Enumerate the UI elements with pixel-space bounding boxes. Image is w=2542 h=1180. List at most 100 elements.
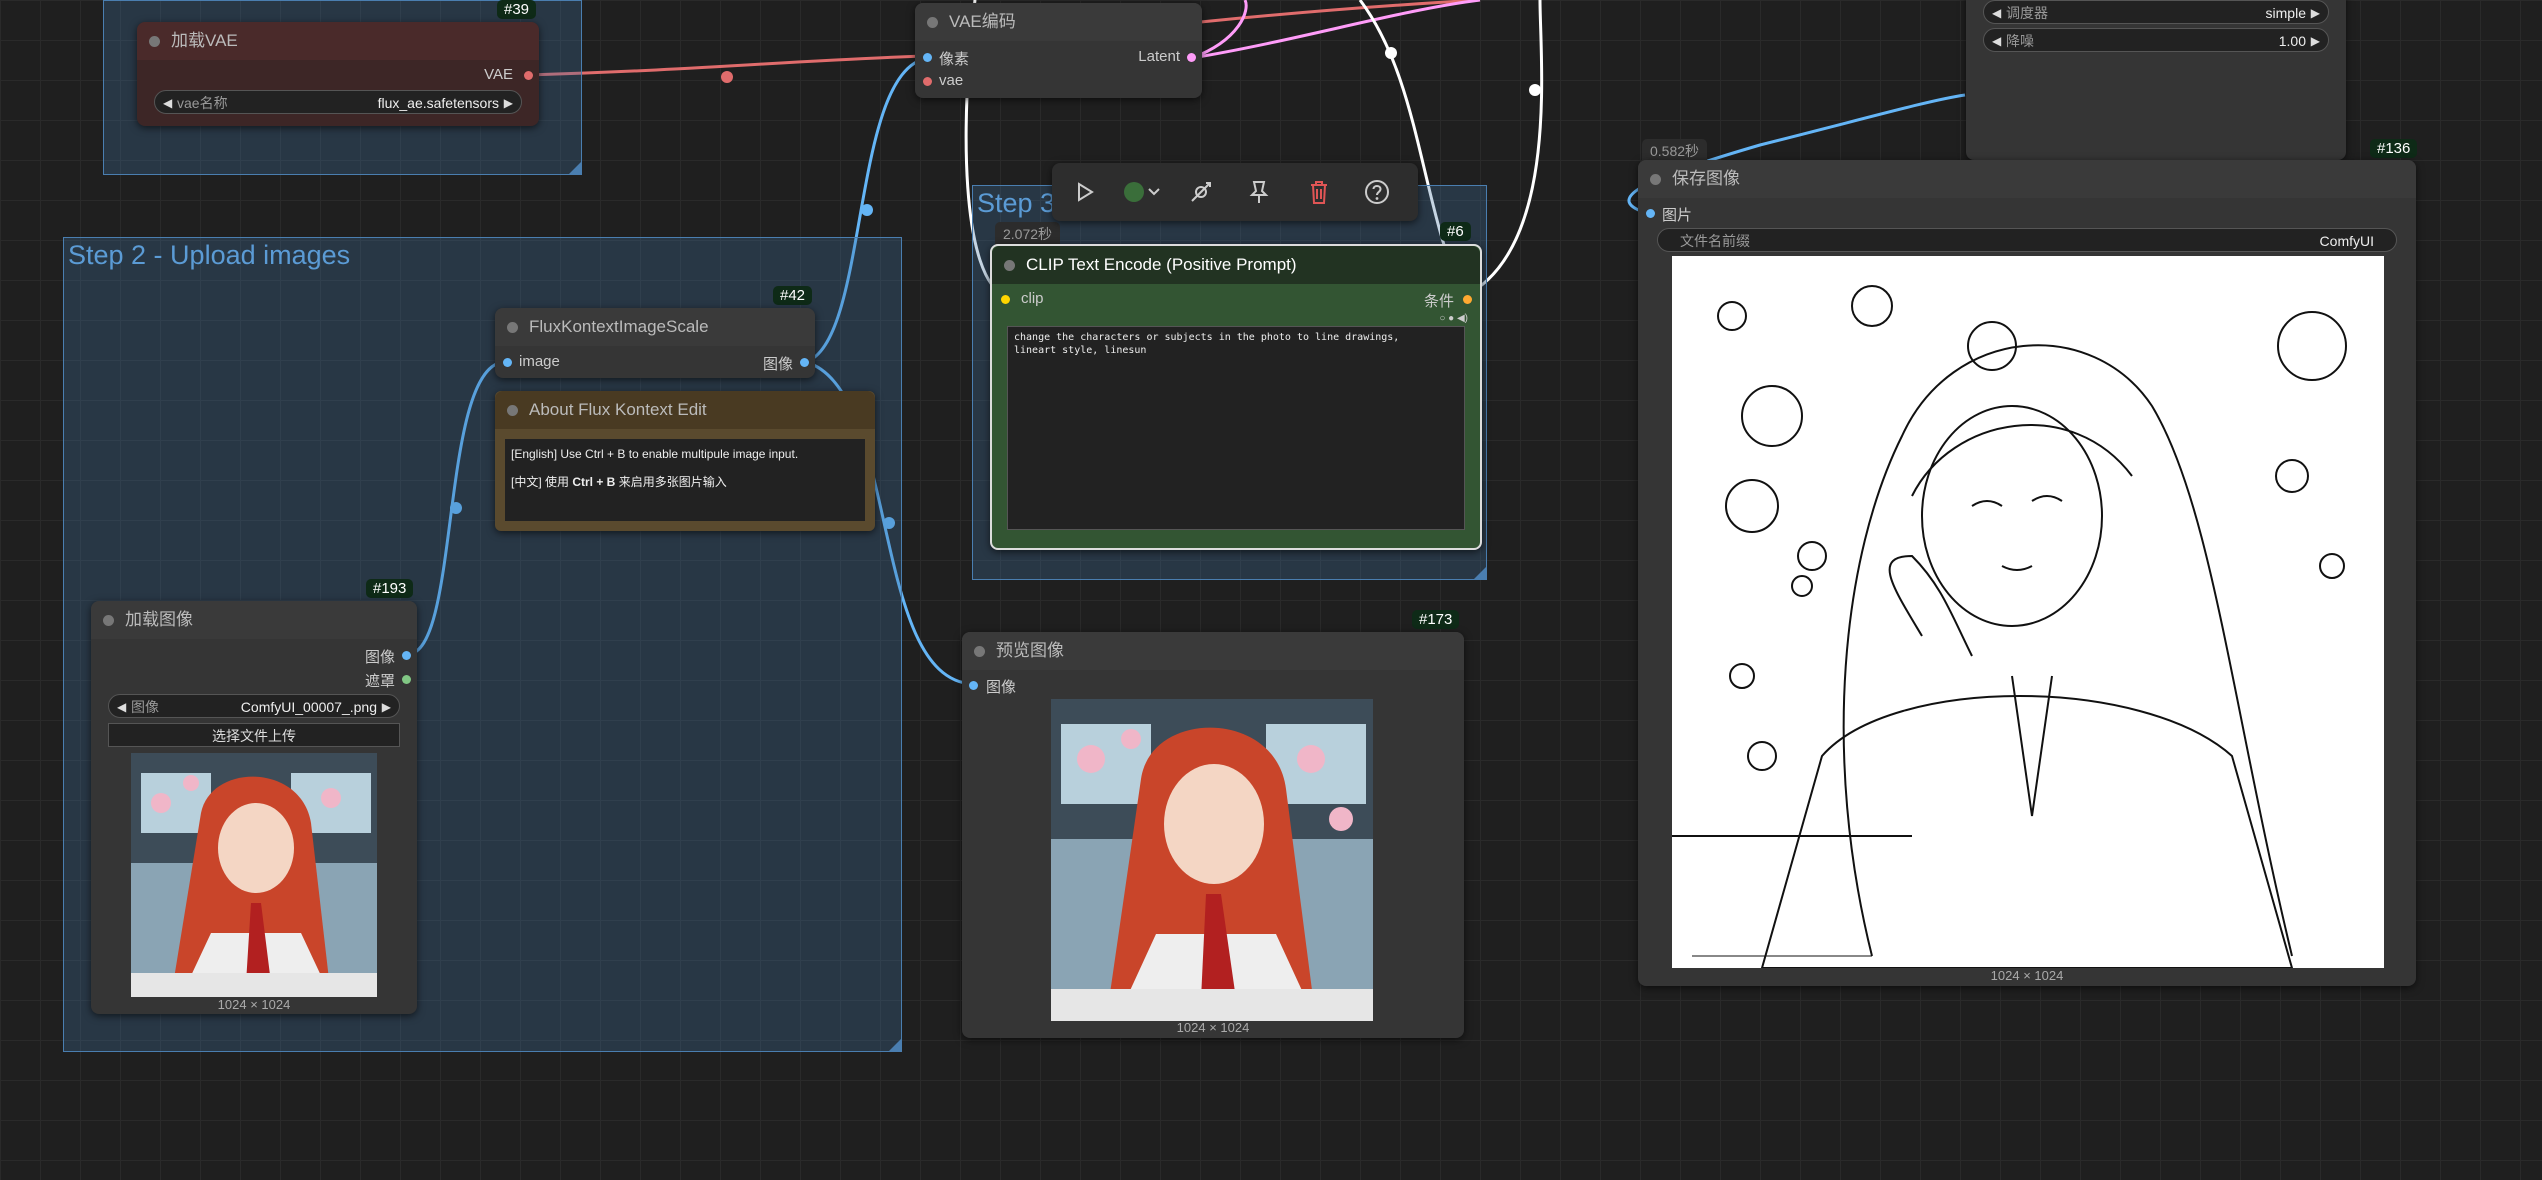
node-id-badge: #136	[2370, 139, 2418, 158]
arrow-left-icon[interactable]: ◀	[1992, 1, 2001, 25]
output-latent-socket[interactable]	[1187, 53, 1196, 62]
pin-icon[interactable]	[1242, 175, 1276, 209]
group-resize-handle[interactable]	[889, 1039, 901, 1051]
widget-value: ComfyUI	[2319, 233, 2374, 249]
node-id-badge: #173	[1412, 610, 1460, 629]
arrow-right-icon[interactable]: ▶	[504, 91, 513, 115]
output-image-socket[interactable]	[800, 358, 809, 367]
collapse-dot-icon[interactable]	[927, 17, 938, 28]
image-size-caption: 1024 × 1024	[1176, 1020, 1250, 1035]
input-image-socket[interactable]	[1646, 209, 1655, 218]
arrow-left-icon[interactable]: ◀	[1992, 29, 2001, 53]
vae-name-select[interactable]: ◀ vae名称 flux_ae.safetensors ▶	[154, 90, 522, 114]
denoise-input[interactable]: ◀ 降噪 1.00 ▶	[1983, 28, 2329, 52]
node-note-about[interactable]: About Flux Kontext Edit [English] Use Ct…	[495, 391, 875, 531]
play-icon[interactable]	[1068, 175, 1102, 209]
saved-image	[1672, 256, 2384, 968]
node-load-vae[interactable]: 加载VAE VAE ◀ vae名称 flux_ae.safetensors ▶	[137, 22, 539, 126]
collapse-dot-icon[interactable]	[974, 646, 985, 657]
node-id-badge: #193	[366, 579, 414, 598]
output-cond-socket[interactable]	[1463, 295, 1472, 304]
output-latent-label: Latent	[1138, 48, 1180, 65]
node-title-text: 加载图像	[125, 610, 193, 629]
arrow-right-icon[interactable]: ▶	[2311, 1, 2320, 25]
node-title[interactable]: 保存图像	[1638, 160, 2416, 198]
input-image-socket[interactable]	[969, 681, 978, 690]
collapse-dot-icon[interactable]	[507, 322, 518, 333]
node-title[interactable]: FluxKontextImageScale	[495, 308, 815, 346]
widget-value: 1.00	[2278, 33, 2306, 49]
output-mask-socket[interactable]	[402, 675, 411, 684]
widget-label: 图像	[131, 699, 159, 715]
collapse-dot-icon[interactable]	[103, 615, 114, 626]
collapse-dot-icon[interactable]	[1650, 174, 1661, 185]
collapse-dot-icon[interactable]	[507, 405, 518, 416]
node-sampler[interactable]: ◀ 调度器 simple ▶ ◀ 降噪 1.00 ▶	[1966, 0, 2346, 160]
scheduler-select[interactable]: ◀ 调度器 simple ▶	[1983, 0, 2329, 24]
node-vae-encode[interactable]: VAE编码 像素 vae Latent	[915, 3, 1202, 98]
node-title[interactable]: CLIP Text Encode (Positive Prompt)	[992, 246, 1480, 284]
node-title[interactable]: 预览图像	[962, 632, 1464, 670]
image-size-caption: 1024 × 1024	[217, 997, 291, 1012]
output-vae-socket[interactable]	[524, 71, 533, 80]
node-title[interactable]: About Flux Kontext Edit	[495, 391, 875, 429]
input-image-socket[interactable]	[503, 358, 512, 367]
node-title-text: FluxKontextImageScale	[529, 317, 709, 336]
collapse-dot-icon[interactable]	[1004, 260, 1015, 271]
group-resize-handle[interactable]	[569, 162, 581, 174]
output-vae-label: VAE	[484, 66, 513, 83]
preview-image	[1051, 699, 1373, 1021]
node-flux-kontext-image-scale[interactable]: FluxKontextImageScale image 图像	[495, 308, 815, 378]
input-clip-socket[interactable]	[1001, 295, 1010, 304]
widget-label: 文件名前缀	[1680, 233, 1750, 249]
image-select[interactable]: ◀ 图像 ComfyUI_00007_.png ▶	[108, 694, 400, 718]
help-icon[interactable]	[1360, 175, 1394, 209]
note-line-en: [English] Use Ctrl + B to enable multipu…	[511, 447, 799, 461]
node-save-image[interactable]: 保存图像 图片 文件名前缀 ComfyUI 1024 × 1024	[1638, 160, 2416, 986]
prompt-textarea[interactable]: change the characters or subjects in the…	[1007, 326, 1465, 530]
node-load-image[interactable]: 加载图像 图像 遮罩 ◀ 图像 ComfyUI_00007_.png ▶ 选择文…	[91, 601, 417, 1014]
group-title: Step 3	[977, 188, 1056, 218]
node-preview-image[interactable]: 预览图像 图像 1024 × 1024	[962, 632, 1464, 1038]
node-title[interactable]: VAE编码	[915, 3, 1202, 41]
node-title-text: 预览图像	[996, 641, 1064, 660]
node-title-text: 加载VAE	[171, 31, 238, 50]
textarea-tool-icons[interactable]: ○ ● ◀)	[1439, 313, 1468, 324]
selection-toolbox	[1052, 163, 1418, 221]
node-id-badge: #42	[773, 286, 813, 305]
arrow-right-icon[interactable]: ▶	[2311, 29, 2320, 53]
arrow-right-icon[interactable]: ▶	[382, 695, 391, 719]
node-id-badge: #39	[497, 0, 537, 19]
note-line-cn: [中文] 使用 Ctrl + B 来启用多张图片输入	[511, 473, 859, 490]
color-dot-icon[interactable]	[1120, 175, 1166, 209]
arrow-left-icon[interactable]: ◀	[163, 91, 172, 115]
widget-value: flux_ae.safetensors	[377, 95, 499, 111]
bypass-icon[interactable]	[1184, 175, 1218, 209]
node-clip-text-encode[interactable]: CLIP Text Encode (Positive Prompt) clip …	[990, 244, 1482, 550]
image-size-caption: 1024 × 1024	[1990, 968, 2064, 983]
note-text: [中文] 使用	[511, 475, 573, 489]
input-image-thumbnail	[131, 753, 377, 997]
filename-prefix-input[interactable]: 文件名前缀 ComfyUI	[1657, 228, 2397, 252]
node-title-text: About Flux Kontext Edit	[529, 400, 707, 419]
trash-icon[interactable]	[1302, 175, 1336, 209]
node-canvas[interactable]: Step 2 - Upload images Step 3 #39 加载VAE …	[0, 0, 2542, 1180]
input-vae-label: vae	[939, 72, 964, 89]
group-resize-handle[interactable]	[1474, 567, 1486, 579]
group-title: Step 2 - Upload images	[68, 240, 351, 270]
collapse-dot-icon[interactable]	[149, 36, 160, 47]
input-image-label: image	[519, 353, 560, 370]
input-pixels-socket[interactable]	[923, 53, 932, 62]
upload-button[interactable]: 选择文件上传	[108, 723, 400, 747]
arrow-left-icon[interactable]: ◀	[117, 695, 126, 719]
note-body[interactable]: [English] Use Ctrl + B to enable multipu…	[505, 439, 865, 521]
note-keys: Ctrl + B	[572, 475, 616, 489]
widget-value: ComfyUI_00007_.png	[240, 699, 377, 715]
output-image-label: 图像	[762, 356, 793, 373]
input-pixels-label: 像素	[939, 51, 970, 68]
node-title[interactable]: 加载图像	[91, 601, 417, 639]
input-vae-socket[interactable]	[923, 77, 932, 86]
input-image-label: 图片	[1662, 207, 1693, 224]
node-title[interactable]: 加载VAE	[137, 22, 539, 60]
output-image-socket[interactable]	[402, 651, 411, 660]
